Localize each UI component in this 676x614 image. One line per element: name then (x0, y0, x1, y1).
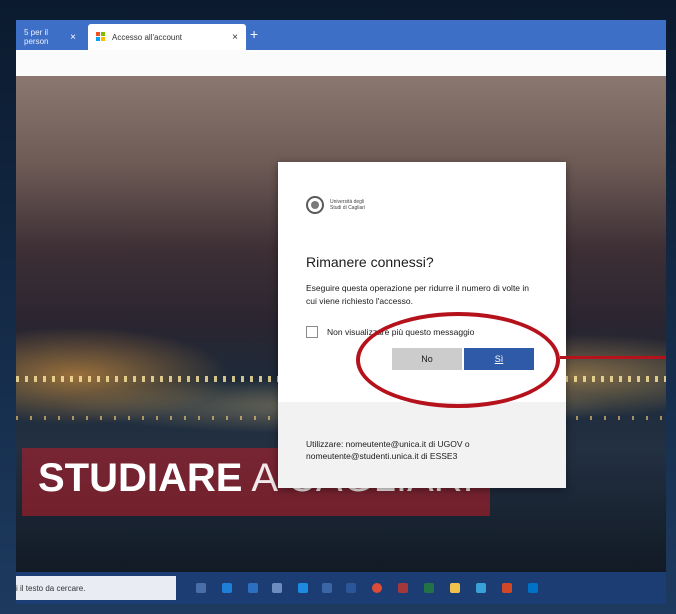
ie-icon[interactable] (298, 583, 308, 593)
browser-tab-bar: 5 per il person × Accesso all'account × … (16, 20, 666, 50)
publisher-icon[interactable] (476, 583, 486, 593)
access-icon[interactable] (398, 583, 408, 593)
explorer-icon[interactable] (450, 583, 460, 593)
tab-inactive-label: 5 per il person (24, 28, 49, 46)
edge-icon[interactable] (222, 583, 232, 593)
outlook-icon[interactable] (528, 583, 538, 593)
close-icon[interactable]: × (232, 32, 238, 43)
dialog-title: Rimanere connessi? (306, 254, 434, 270)
tab-inactive[interactable]: 5 per il person × (16, 24, 84, 50)
new-tab-button[interactable]: + (250, 26, 258, 42)
logo-text: Università degli Studi di Cagliari (330, 199, 366, 211)
taskbar-search[interactable]: i il testo da cercare. (16, 576, 176, 600)
address-bar[interactable] (16, 50, 666, 77)
microsoft-logo-icon (96, 32, 106, 42)
windows-taskbar: i il testo da cercare. (16, 572, 666, 604)
word-icon[interactable] (346, 583, 356, 593)
store-icon[interactable] (248, 583, 258, 593)
university-seal-icon (306, 196, 324, 214)
tab-active-label: Accesso all'account (112, 32, 183, 42)
annotation-ellipse (356, 312, 560, 408)
mail-icon[interactable] (322, 583, 332, 593)
chrome-icon[interactable] (372, 583, 382, 593)
briefcase-icon[interactable] (272, 583, 282, 593)
powerpoint-icon[interactable] (502, 583, 512, 593)
dont-show-again-checkbox[interactable] (306, 326, 318, 338)
university-logo: Università degli Studi di Cagliari (306, 196, 370, 214)
tab-accesso[interactable]: Accesso all'account × (88, 24, 246, 50)
dialog-description: Eseguire questa operazione per ridurre i… (306, 283, 530, 306)
dialog-footer: Utilizzare: nomeutente@unica.it di UGOV … (278, 402, 566, 488)
excel-icon[interactable] (424, 583, 434, 593)
close-icon[interactable]: × (70, 32, 76, 43)
screen: 5 per il person × Accesso all'account × … (16, 20, 666, 604)
footer-hint: Utilizzare: nomeutente@unica.it di UGOV … (306, 439, 470, 461)
annotation-arrow-line (560, 356, 666, 359)
task-view-icon[interactable] (196, 583, 206, 593)
